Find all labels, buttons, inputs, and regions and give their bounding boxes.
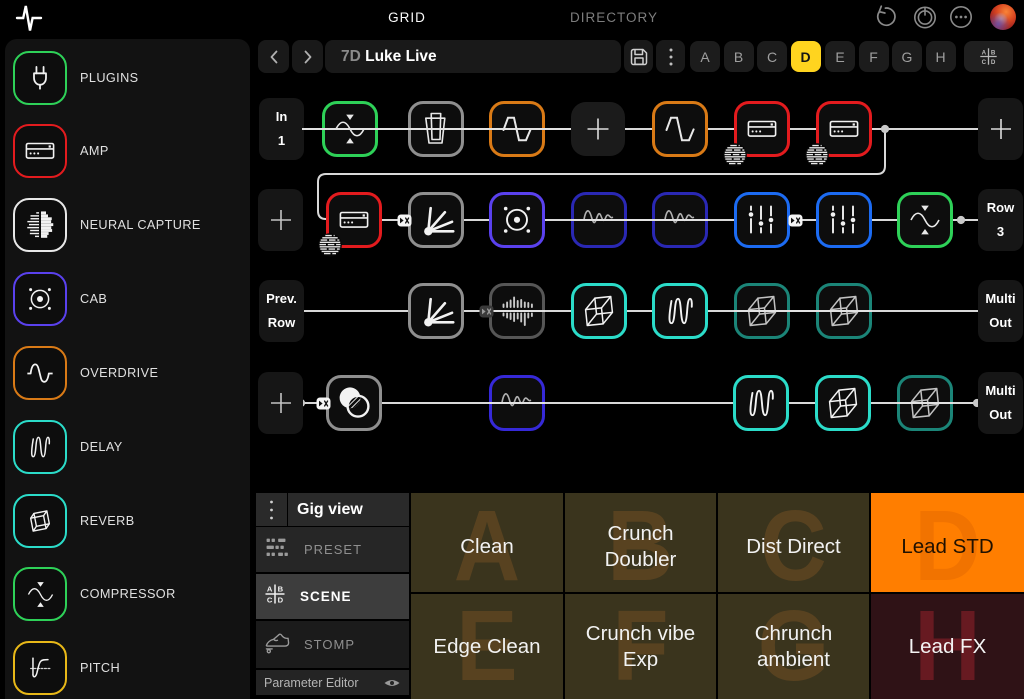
svg-text:D: D <box>278 596 284 605</box>
svg-text:C: C <box>267 596 273 605</box>
svg-text:A: A <box>267 584 273 593</box>
svg-text:B: B <box>278 584 284 593</box>
